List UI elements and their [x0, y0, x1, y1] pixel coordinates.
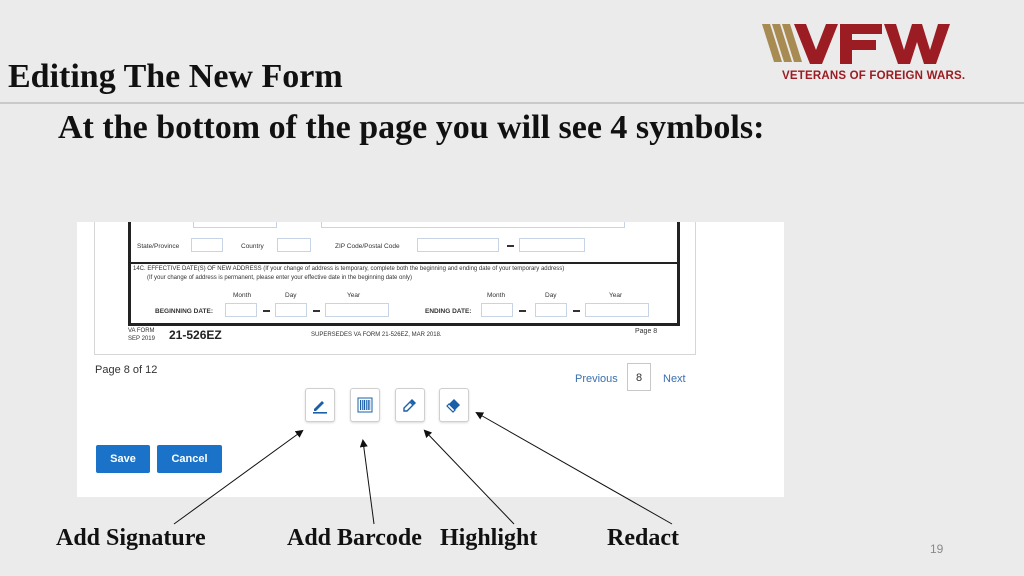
zip-ext-field[interactable]	[519, 238, 585, 252]
end-year-label: Year	[609, 292, 623, 299]
next-link[interactable]: Next	[663, 373, 686, 385]
section-14c: 14C. EFFECTIVE DATE(S) OF NEW ADDRESS (I…	[133, 266, 565, 272]
add-barcode-label: Add Barcode	[287, 525, 422, 551]
page-number-input[interactable]: 8	[627, 363, 651, 391]
field-partial[interactable]	[321, 222, 625, 228]
cancel-button[interactable]: Cancel	[157, 445, 222, 473]
zip-field[interactable]	[417, 238, 499, 252]
logo-tagline: VETERANS OF FOREIGN WARS.	[782, 70, 966, 82]
barcode-icon	[357, 397, 373, 413]
eraser-icon	[446, 399, 460, 413]
end-month-field[interactable]	[481, 303, 513, 317]
date-dash	[263, 310, 270, 312]
form-number: 21-526EZ	[169, 328, 222, 342]
pen-icon	[313, 401, 327, 414]
va-form-label: VA FORM	[128, 328, 155, 334]
beginning-date-label: BEGINNING DATE:	[155, 308, 214, 315]
ending-date-label: ENDING DATE:	[425, 308, 472, 315]
highlight-button[interactable]	[395, 388, 425, 422]
country-label: Country	[241, 243, 264, 250]
add-signature-button[interactable]	[305, 388, 335, 422]
begin-month-label: Month	[233, 292, 252, 299]
add-signature-label: Add Signature	[56, 525, 206, 551]
slide-title: Editing The New Form	[8, 58, 343, 95]
end-day-field[interactable]	[535, 303, 567, 317]
add-barcode-button[interactable]	[350, 388, 380, 422]
begin-day-field[interactable]	[275, 303, 307, 317]
zip-label: ZIP Code/Postal Code	[335, 243, 400, 250]
country-field[interactable]	[277, 238, 311, 252]
begin-year-field[interactable]	[325, 303, 389, 317]
redact-button[interactable]	[439, 388, 469, 422]
form-border: State/Province Country ZIP Code/Postal C…	[128, 222, 680, 326]
date-dash	[313, 310, 320, 312]
title-divider	[0, 102, 1024, 104]
save-button[interactable]: Save	[96, 445, 150, 473]
begin-day-label: Day	[285, 292, 297, 299]
end-year-field[interactable]	[585, 303, 649, 317]
end-day-label: Day	[545, 292, 557, 299]
date-dash	[519, 310, 526, 312]
form-viewer-screenshot: State/Province Country ZIP Code/Postal C…	[77, 222, 784, 497]
begin-year-label: Year	[347, 292, 361, 299]
previous-link[interactable]: Previous	[575, 373, 618, 385]
highlight-label: Highlight	[440, 525, 538, 551]
supersedes-note: SUPERSEDES VA FORM 21-526EZ, MAR 2018.	[311, 332, 442, 338]
zip-dash	[507, 245, 514, 247]
begin-month-field[interactable]	[225, 303, 257, 317]
eyedropper-icon	[403, 399, 416, 412]
end-month-label: Month	[487, 292, 506, 299]
form-page-number: Page 8	[635, 328, 658, 335]
form-page-card: State/Province Country ZIP Code/Postal C…	[94, 222, 696, 355]
date-dash	[573, 310, 580, 312]
form-date: SEP 2019	[128, 336, 155, 342]
slide-page-number: 19	[930, 542, 944, 556]
state-label: State/Province	[137, 243, 180, 250]
state-field[interactable]	[191, 238, 223, 252]
page-indicator: Page 8 of 12	[95, 364, 158, 376]
section-divider	[131, 262, 677, 264]
redact-label: Redact	[607, 525, 679, 551]
field-partial[interactable]	[193, 222, 277, 228]
slide-subtitle: At the bottom of the page you will see 4…	[58, 109, 765, 146]
section-14c-note: (If your change of address is permanent,…	[147, 275, 413, 281]
